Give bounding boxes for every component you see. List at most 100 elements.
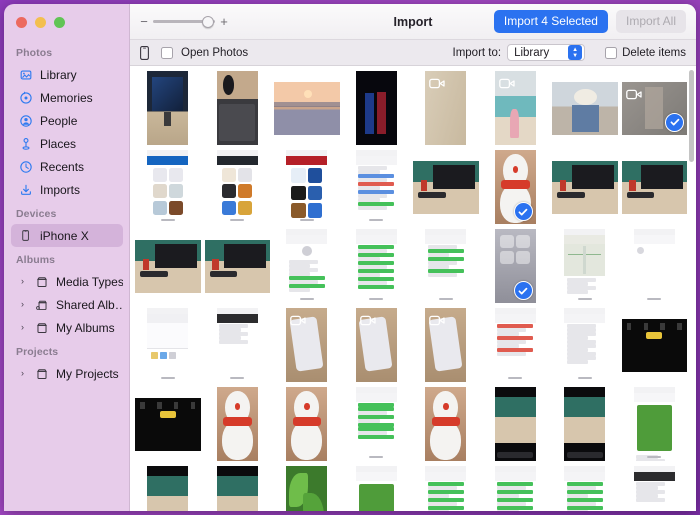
thumbnail-screenshot-video-player[interactable] xyxy=(495,387,536,461)
minimize-button[interactable] xyxy=(35,17,46,28)
zoom-out-icon[interactable]: − xyxy=(140,15,148,28)
thumbnail-photo-desk-setup[interactable] xyxy=(135,240,201,293)
photo-grid-cell[interactable] xyxy=(413,387,479,461)
sidebar-item-my-albums[interactable]: ›My Albums xyxy=(11,316,123,339)
thumbnail-screenshot-chat[interactable] xyxy=(425,229,466,303)
zoom-slider-knob[interactable] xyxy=(202,16,214,28)
thumbnail-screenshot-web-list[interactable] xyxy=(356,150,397,224)
thumbnail-screenshot-dark-apps[interactable] xyxy=(217,150,258,224)
chevron-right-icon[interactable]: › xyxy=(18,277,27,286)
thumbnail-photo-woman-grey[interactable] xyxy=(622,82,688,135)
photo-grid-cell[interactable] xyxy=(483,229,549,303)
thumbnail-photo-snowman[interactable] xyxy=(495,150,536,224)
photo-grid-cell[interactable] xyxy=(413,150,479,224)
chevron-right-icon[interactable]: › xyxy=(18,323,27,332)
photo-grid-cell[interactable] xyxy=(205,229,271,303)
photo-grid-cell[interactable] xyxy=(552,71,618,145)
thumbnail-photo-phone-desk[interactable] xyxy=(286,308,327,382)
photo-grid-cell[interactable] xyxy=(483,308,549,382)
photo-grid-cell[interactable] xyxy=(413,229,479,303)
thumbnail-photo-night-statue[interactable] xyxy=(356,71,397,145)
photo-grid-cell[interactable] xyxy=(344,387,410,461)
thumbnail-photo-desk-setup[interactable] xyxy=(413,161,479,214)
photo-grid-cell[interactable] xyxy=(205,387,271,461)
zoom-slider-track[interactable] xyxy=(153,20,215,23)
photo-grid-cell[interactable] xyxy=(274,387,340,461)
zoom-in-icon[interactable]: + xyxy=(220,15,228,28)
photo-grid-cell[interactable] xyxy=(344,150,410,224)
photo-grid-cell[interactable] xyxy=(483,466,549,511)
photo-grid-cell[interactable] xyxy=(552,308,618,382)
thumbnail-photo-snowman[interactable] xyxy=(217,387,258,461)
thumbnail-screenshot-settings-green[interactable] xyxy=(495,466,536,511)
thumbnail-photo-desk-setup[interactable] xyxy=(552,161,618,214)
photo-grid-cell[interactable] xyxy=(552,229,618,303)
thumbnail-screenshot-form[interactable] xyxy=(217,308,258,382)
import-selected-button[interactable]: Import 4 Selected xyxy=(494,10,608,33)
thumbnail-screenshot-plant-card[interactable] xyxy=(634,387,675,461)
thumbnail-screenshot-article[interactable] xyxy=(564,308,605,382)
thumbnail-screenshot-plant-card[interactable] xyxy=(356,466,397,511)
photo-grid-cell[interactable] xyxy=(622,150,688,224)
photo-grid-cell[interactable] xyxy=(135,150,201,224)
import-to-select[interactable]: Library ▲▼ xyxy=(507,44,585,61)
selected-checkmark-icon[interactable] xyxy=(665,113,684,132)
thumbnail-screenshot-controlcenter[interactable] xyxy=(495,229,536,303)
sidebar-item-library[interactable]: Library xyxy=(11,63,123,86)
photo-grid-cell[interactable] xyxy=(552,387,618,461)
photo-grid-cell[interactable] xyxy=(413,308,479,382)
sidebar-item-imports[interactable]: Imports xyxy=(11,178,123,201)
sidebar-item-shared-alb[interactable]: ›Shared Alb… xyxy=(11,293,123,316)
photo-grid-cell[interactable] xyxy=(274,71,340,145)
thumbnail-screenshot-blue-apps[interactable] xyxy=(147,150,188,224)
sidebar-item-places[interactable]: Places xyxy=(11,132,123,155)
photo-grid-scroll-area[interactable] xyxy=(130,66,696,511)
photo-grid-cell[interactable] xyxy=(274,466,340,511)
photo-grid-cell[interactable] xyxy=(135,308,201,382)
photo-grid-cell[interactable] xyxy=(344,308,410,382)
selected-checkmark-icon[interactable] xyxy=(514,202,533,221)
thumbnail-screenshot-video-player[interactable] xyxy=(147,466,188,511)
photo-grid-cell[interactable] xyxy=(205,466,271,511)
sidebar-item-memories[interactable]: Memories xyxy=(11,86,123,109)
photo-grid-cell[interactable] xyxy=(135,71,201,145)
thumbnail-photo-desk-setup[interactable] xyxy=(622,161,688,214)
thumbnail-screenshot-settings-green[interactable] xyxy=(356,229,397,303)
chevron-right-icon[interactable]: › xyxy=(18,369,27,378)
thumbnail-photo-plant-leaves[interactable] xyxy=(286,466,327,511)
thumbnail-screenshot-video-player[interactable] xyxy=(217,466,258,511)
thumbnail-screenshot-video-player[interactable] xyxy=(564,387,605,461)
thumbnail-game-dark[interactable] xyxy=(135,398,201,451)
photo-grid-cell[interactable] xyxy=(552,150,618,224)
thumbnail-photo-woman-hat[interactable] xyxy=(552,82,618,135)
photo-grid-cell[interactable] xyxy=(413,71,479,145)
sidebar-item-recents[interactable]: Recents xyxy=(11,155,123,178)
import-all-button[interactable]: Import All xyxy=(616,10,686,33)
photo-grid-cell[interactable] xyxy=(205,308,271,382)
photo-grid-cell[interactable] xyxy=(622,229,688,303)
thumbnail-screenshot-mail[interactable] xyxy=(495,308,536,382)
photo-grid-cell[interactable] xyxy=(135,387,201,461)
photo-grid-cell[interactable] xyxy=(622,466,688,511)
thumbnail-photo-wood-wall[interactable] xyxy=(425,71,466,145)
sidebar-item-iphone-x[interactable]: iPhone X xyxy=(11,224,123,247)
photo-grid-cell[interactable] xyxy=(344,466,410,511)
photo-grid-cell[interactable] xyxy=(622,387,688,461)
thumbnail-photo-desk-keyboard[interactable] xyxy=(217,71,258,145)
thumbnail-screenshot-profile[interactable] xyxy=(286,229,327,303)
photo-grid-cell[interactable] xyxy=(274,150,340,224)
photo-grid-cell[interactable] xyxy=(135,466,201,511)
thumbnail-game-dark[interactable] xyxy=(622,319,688,372)
thumbnail-photo-phone-desk[interactable] xyxy=(356,308,397,382)
thumbnail-photo-snowman[interactable] xyxy=(286,387,327,461)
vertical-scrollbar[interactable] xyxy=(689,70,694,162)
thumbnail-screenshot-map-sheet[interactable] xyxy=(564,229,605,303)
thumbnail-screenshot-settings-green[interactable] xyxy=(425,466,466,511)
thumbnail-photo-snowman[interactable] xyxy=(425,387,466,461)
sidebar-item-people[interactable]: People xyxy=(11,109,123,132)
photo-grid-cell[interactable] xyxy=(483,387,549,461)
photo-grid-cell[interactable] xyxy=(274,229,340,303)
open-photos-checkbox[interactable] xyxy=(161,47,173,59)
photo-grid-cell[interactable] xyxy=(205,150,271,224)
thumbnail-photo-monitor-dark[interactable] xyxy=(147,71,188,145)
